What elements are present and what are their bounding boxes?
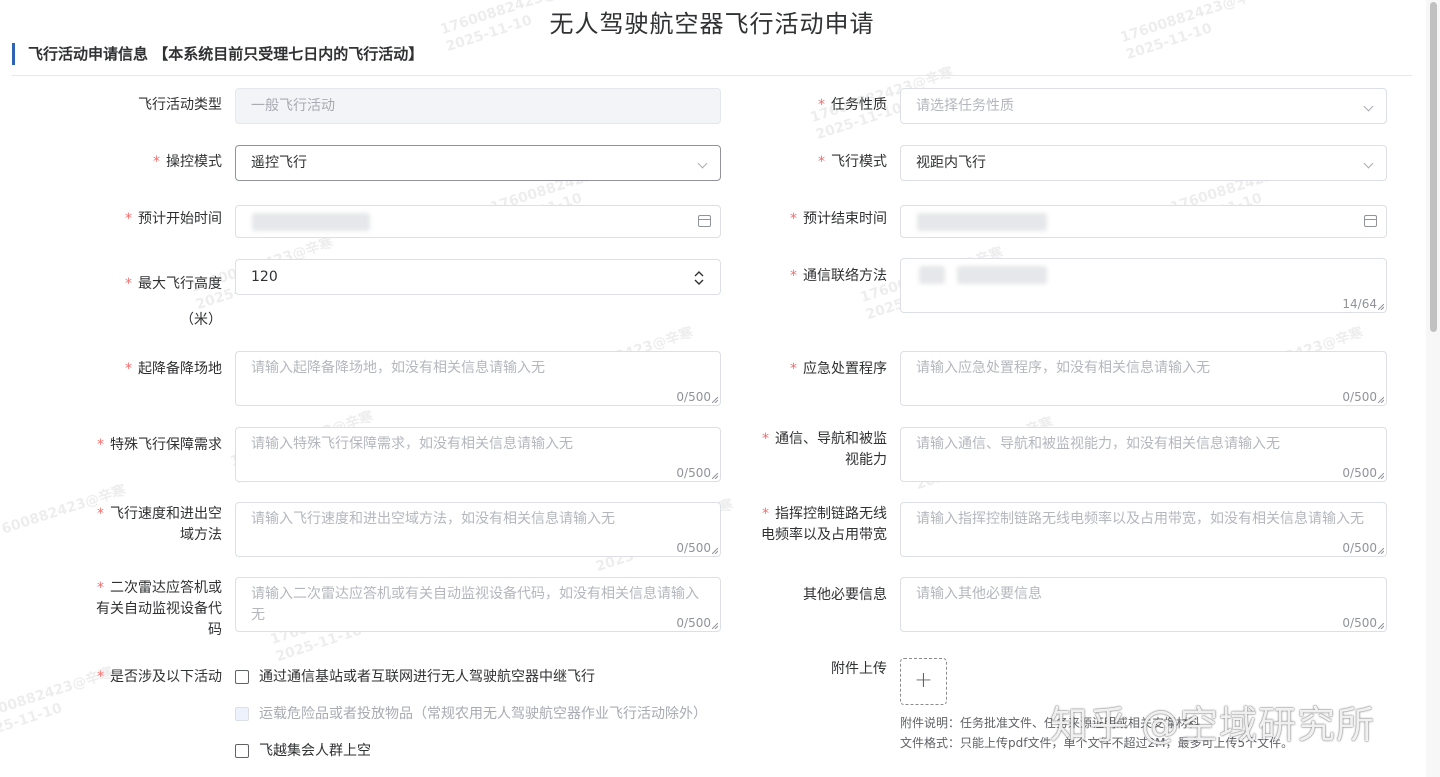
spinner-icon[interactable] <box>694 270 704 286</box>
resize-grip-icon[interactable] <box>712 623 718 629</box>
char-count: 0/500 <box>676 616 711 630</box>
scrollbar[interactable] <box>1426 0 1440 777</box>
char-count: 14/64 <box>1342 297 1377 311</box>
transponder-label: * 二次雷达应答机或有关自动监视设备代码 <box>96 580 222 638</box>
upload-button[interactable]: + <box>900 658 947 705</box>
char-count: 0/500 <box>1342 541 1377 555</box>
transponder-textarea[interactable]: 请输入二次雷达应答机或有关自动监视设备代码，如没有相关信息请输入无 0/500 <box>235 577 721 632</box>
activity-type-label: 飞行活动类型 <box>138 97 222 113</box>
page-title: 无人驾驶航空器飞行活动申请 <box>549 10 875 38</box>
checkbox[interactable] <box>235 744 249 758</box>
start-time-label: * 预计开始时间 <box>125 211 222 227</box>
resize-grip-icon[interactable] <box>1378 548 1384 554</box>
attachment-note: 附件说明：任务批准文件、任务来源证明或相关支撑材料 <box>900 716 1201 730</box>
takeoff-site-textarea[interactable]: 请输入起降备降场地，如没有相关信息请输入无 0/500 <box>235 351 721 406</box>
start-time-picker[interactable] <box>235 205 721 238</box>
char-count: 0/500 <box>1342 390 1377 404</box>
activities-label: * 是否涉及以下活动 <box>97 669 222 685</box>
plus-icon: + <box>914 668 933 693</box>
task-nature-select[interactable]: 请选择任务性质 <box>900 88 1387 124</box>
checkbox[interactable] <box>235 670 249 684</box>
c2-link-label: * 指挥控制链路无线电频率以及占用带宽 <box>761 506 887 543</box>
calendar-icon <box>1364 215 1377 227</box>
chevron-down-icon <box>1363 101 1374 112</box>
speed-airspace-textarea[interactable]: 请输入飞行速度和进出空域方法，如没有相关信息请输入无 0/500 <box>235 502 721 557</box>
attachment-label: 附件上传 <box>831 661 887 677</box>
checkbox-relay-flight[interactable]: 通过通信基站或者互联网进行无人驾驶航空器中继飞行 <box>235 667 595 687</box>
redacted-value <box>917 213 1047 231</box>
comm-method-label: * 通信联络方法 <box>790 268 887 284</box>
char-count: 0/500 <box>1342 616 1377 630</box>
checkbox-dangerous-goods: 运载危险品或者投放物品（常规农用无人驾驶航空器作业飞行活动除外） <box>235 704 707 724</box>
control-mode-select[interactable]: 遥控飞行 <box>235 145 721 181</box>
chevron-down-icon <box>697 158 708 169</box>
other-info-label: 其他必要信息 <box>803 587 887 603</box>
cns-textarea[interactable]: 请输入通信、导航和被监视能力，如没有相关信息请输入无 0/500 <box>900 427 1387 482</box>
speed-airspace-label: * 飞行速度和进出空域方法 <box>97 506 222 543</box>
max-height-input[interactable]: 120 <box>235 259 721 295</box>
special-needs-textarea[interactable]: 请输入特殊飞行保障需求，如没有相关信息请输入无 0/500 <box>235 427 721 482</box>
char-count: 0/500 <box>676 541 711 555</box>
resize-grip-icon[interactable] <box>712 548 718 554</box>
max-height-label: * 最大飞行高度（米） <box>125 276 222 328</box>
activity-type-input: 一般飞行活动 <box>235 88 721 124</box>
resize-grip-icon[interactable] <box>1378 397 1384 403</box>
cns-label: * 通信、导航和被监视能力 <box>762 431 887 468</box>
special-needs-label: * 特殊飞行保障需求 <box>97 437 222 453</box>
checkbox-over-crowds[interactable]: 飞越集会人群上空 <box>235 741 371 761</box>
c2-link-textarea[interactable]: 请输入指挥控制链路无线电频率以及占用带宽，如没有相关信息请输入无 0/500 <box>900 502 1387 557</box>
calendar-icon <box>698 215 711 227</box>
scrollbar-thumb[interactable] <box>1430 2 1437 332</box>
task-nature-label: * 任务性质 <box>818 97 887 113</box>
char-count: 0/500 <box>676 390 711 404</box>
emergency-label: * 应急处置程序 <box>790 361 887 377</box>
chevron-down-icon <box>1363 158 1374 169</box>
checkbox <box>235 707 249 721</box>
redacted-value <box>252 213 370 231</box>
end-time-label: * 预计结束时间 <box>790 211 887 227</box>
section-title: 飞行活动申请信息 【本系统目前只受理七日内的飞行活动】 <box>12 43 423 65</box>
flight-application-page: 17600882423@辛寒 2025-11-10 17600882423@辛寒… <box>0 0 1440 777</box>
flight-mode-label: * 飞行模式 <box>818 154 887 170</box>
end-time-picker[interactable] <box>900 205 1387 238</box>
flight-mode-select[interactable]: 视距内飞行 <box>900 145 1387 181</box>
emergency-textarea[interactable]: 请输入应急处置程序，如没有相关信息请输入无 0/500 <box>900 351 1387 406</box>
redacted-value <box>957 266 1047 284</box>
comm-method-textarea[interactable]: 14/64 <box>900 258 1387 313</box>
control-mode-label: * 操控模式 <box>153 154 222 170</box>
redacted-value <box>919 266 945 284</box>
resize-grip-icon[interactable] <box>712 473 718 479</box>
resize-grip-icon[interactable] <box>1378 623 1384 629</box>
resize-grip-icon[interactable] <box>712 397 718 403</box>
char-count: 0/500 <box>676 466 711 480</box>
section-divider <box>12 75 1412 76</box>
takeoff-site-label: * 起降备降场地 <box>125 361 222 377</box>
other-info-textarea[interactable]: 请输入其他必要信息 0/500 <box>900 577 1387 632</box>
resize-grip-icon[interactable] <box>1378 304 1384 310</box>
resize-grip-icon[interactable] <box>1378 473 1384 479</box>
attachment-format: 文件格式：只能上传pdf文件，单个文件不超过2M，最多可上传5个文件。 <box>900 736 1294 750</box>
char-count: 0/500 <box>1342 466 1377 480</box>
